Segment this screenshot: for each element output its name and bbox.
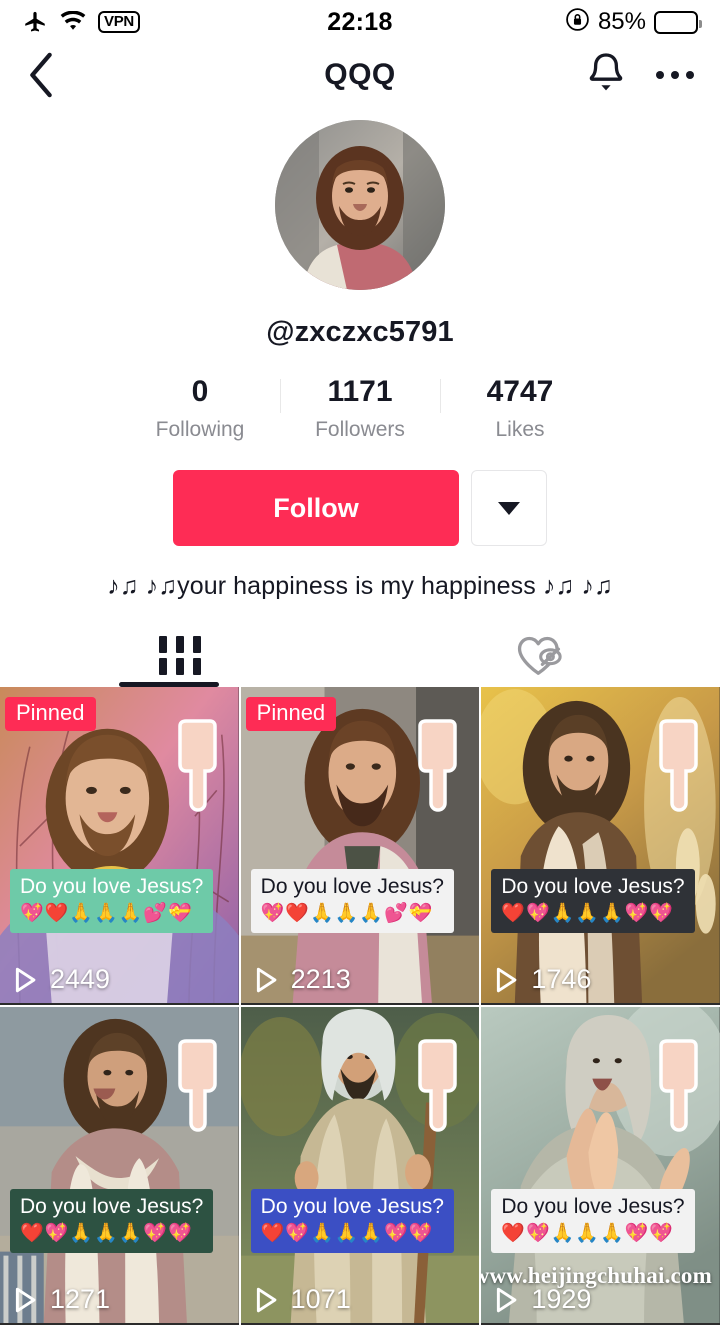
view-count: 2213 <box>253 964 351 995</box>
stat-following[interactable]: 0 Following <box>120 375 280 442</box>
video-caption: Do you love Jesus? 💖❤️🙏🙏🙏💕💝 <box>10 869 214 933</box>
view-count-value: 1746 <box>531 964 592 994</box>
caption-emoji: ❤️💖🙏🙏🙏💖💖 <box>20 1223 193 1244</box>
pinned-badge: Pinned <box>5 697 96 731</box>
profile-actions: Follow <box>0 470 720 546</box>
heart-hidden-icon <box>517 636 562 675</box>
video-caption: Do you love Jesus? ❤️💖🙏🙏🙏💖💖 <box>491 869 695 933</box>
rotation-lock-icon <box>565 7 590 37</box>
status-bar-left: VPN <box>22 9 140 35</box>
view-count: 1746 <box>493 964 591 995</box>
play-icon <box>256 967 277 992</box>
caption-text: Do you love Jesus? <box>20 1195 204 1218</box>
video-tile[interactable]: Do you love Jesus? ❤️💖🙏🙏🙏💖💖 www.heijingc… <box>481 1007 720 1325</box>
video-caption: Do you love Jesus? 💖❤️🙏🙏🙏💕💝 <box>250 869 454 933</box>
tab-liked[interactable] <box>360 623 720 687</box>
video-caption: Do you love Jesus? ❤️💖🙏🙏🙏💖💖 <box>10 1189 214 1253</box>
tab-videos[interactable] <box>0 623 360 687</box>
video-caption: Do you love Jesus? ❤️💖🙏🙏🙏💖💖 <box>250 1189 454 1253</box>
nav-bar-right <box>584 50 694 101</box>
pointing-hand-sticker <box>659 1039 698 1132</box>
caption-emoji: ❤️💖🙏🙏🙏💖💖 <box>501 1223 674 1244</box>
site-watermark: www.heijingchuhai.com <box>481 1263 712 1288</box>
airplane-mode-icon <box>22 9 48 35</box>
caption-text: Do you love Jesus? <box>501 875 685 898</box>
video-caption: Do you love Jesus? ❤️💖🙏🙏🙏💖💖 <box>491 1189 695 1253</box>
wifi-icon <box>59 11 87 33</box>
caption-emoji: ❤️💖🙏🙏🙏💖💖 <box>501 903 674 924</box>
avatar[interactable] <box>275 120 445 290</box>
status-bar-right: 85% <box>565 7 702 37</box>
profile-tabs <box>0 623 720 687</box>
profile-section: @zxczxc5791 0 Following 1171 Followers 4… <box>0 106 720 601</box>
chevron-down-icon <box>498 501 520 515</box>
caption-text: Do you love Jesus? <box>501 1195 685 1218</box>
play-icon <box>15 1287 36 1312</box>
stat-followers[interactable]: 1171 Followers <box>280 375 440 442</box>
more-options-icon <box>656 71 664 79</box>
video-tile[interactable]: Pinned Do you love Jesus? 💖❤️🙏🙏🙏💕💝 2213 <box>240 687 480 1005</box>
caption-text: Do you love Jesus? <box>260 875 444 898</box>
pointing-hand-sticker <box>177 719 217 812</box>
video-tile[interactable]: Do you love Jesus? ❤️💖🙏🙏🙏💖💖 1071 <box>240 1007 480 1325</box>
bell-button[interactable] <box>584 50 628 101</box>
caption-emoji: ❤️💖🙏🙏🙏💖💖 <box>260 1223 434 1244</box>
profile-username: @zxczxc5791 <box>266 316 454 348</box>
profile-more-dropdown-button[interactable] <box>471 470 547 546</box>
view-count-value: 2449 <box>50 964 111 994</box>
battery-icon <box>654 10 702 34</box>
play-icon <box>15 967 36 992</box>
vpn-badge: VPN <box>98 11 140 33</box>
pointing-hand-sticker <box>418 719 458 812</box>
stat-value: 1171 <box>327 375 393 408</box>
avatar-image <box>275 120 445 290</box>
stat-likes[interactable]: 4747 Likes <box>440 375 600 442</box>
view-count-value: 1271 <box>50 1284 111 1314</box>
stat-label: Followers <box>315 418 405 441</box>
profile-bio: ♪♫ ♪♫your happiness is my happiness ♪♫ ♪… <box>107 572 613 600</box>
caption-emoji: 💖❤️🙏🙏🙏💕💝 <box>260 903 434 924</box>
stat-label: Following <box>155 418 245 441</box>
battery-percent: 85% <box>597 8 646 35</box>
caption-text: Do you love Jesus? <box>260 1195 444 1218</box>
play-icon <box>497 1287 517 1312</box>
video-tile[interactable]: Pinned Do you love Jesus? 💖❤️🙏🙏🙏💕💝 2449 <box>0 687 239 1005</box>
video-tile[interactable]: Do you love Jesus? ❤️💖🙏🙏🙏💖💖 1271 <box>0 1007 239 1325</box>
status-bar: VPN 22:18 85% <box>0 0 720 44</box>
video-grid: Pinned Do you love Jesus? 💖❤️🙏🙏🙏💕💝 2449 <box>0 687 720 1325</box>
caption-text: Do you love Jesus? <box>20 875 204 898</box>
profile-stats: 0 Following 1171 Followers 4747 Likes <box>0 375 720 442</box>
more-options-button[interactable] <box>656 71 694 79</box>
grid-icon <box>159 635 201 675</box>
pointing-hand-sticker <box>177 1039 217 1132</box>
bell-icon <box>589 52 623 90</box>
stat-label: Likes <box>495 418 545 441</box>
pointing-hand-sticker <box>418 1039 458 1132</box>
chevron-left-icon <box>30 52 52 98</box>
stat-value: 0 <box>191 375 209 408</box>
caption-emoji: 💖❤️🙏🙏🙏💕💝 <box>20 903 193 924</box>
play-icon <box>256 1287 277 1312</box>
stat-value: 4747 <box>486 375 554 408</box>
video-tile[interactable]: Do you love Jesus? ❤️💖🙏🙏🙏💖💖 1746 <box>481 687 720 1005</box>
view-count-value: 2213 <box>290 964 351 994</box>
play-icon <box>497 967 517 992</box>
view-count-value: 1071 <box>290 1284 351 1314</box>
follow-button[interactable]: Follow <box>173 470 459 546</box>
back-button[interactable] <box>26 52 56 98</box>
pointing-hand-sticker <box>659 719 698 812</box>
view-count: 2449 <box>12 964 110 995</box>
view-count: 1071 <box>253 1284 351 1315</box>
pinned-badge: Pinned <box>245 697 337 731</box>
nav-bar: QQQ <box>0 44 720 106</box>
view-count: 1271 <box>12 1284 110 1315</box>
